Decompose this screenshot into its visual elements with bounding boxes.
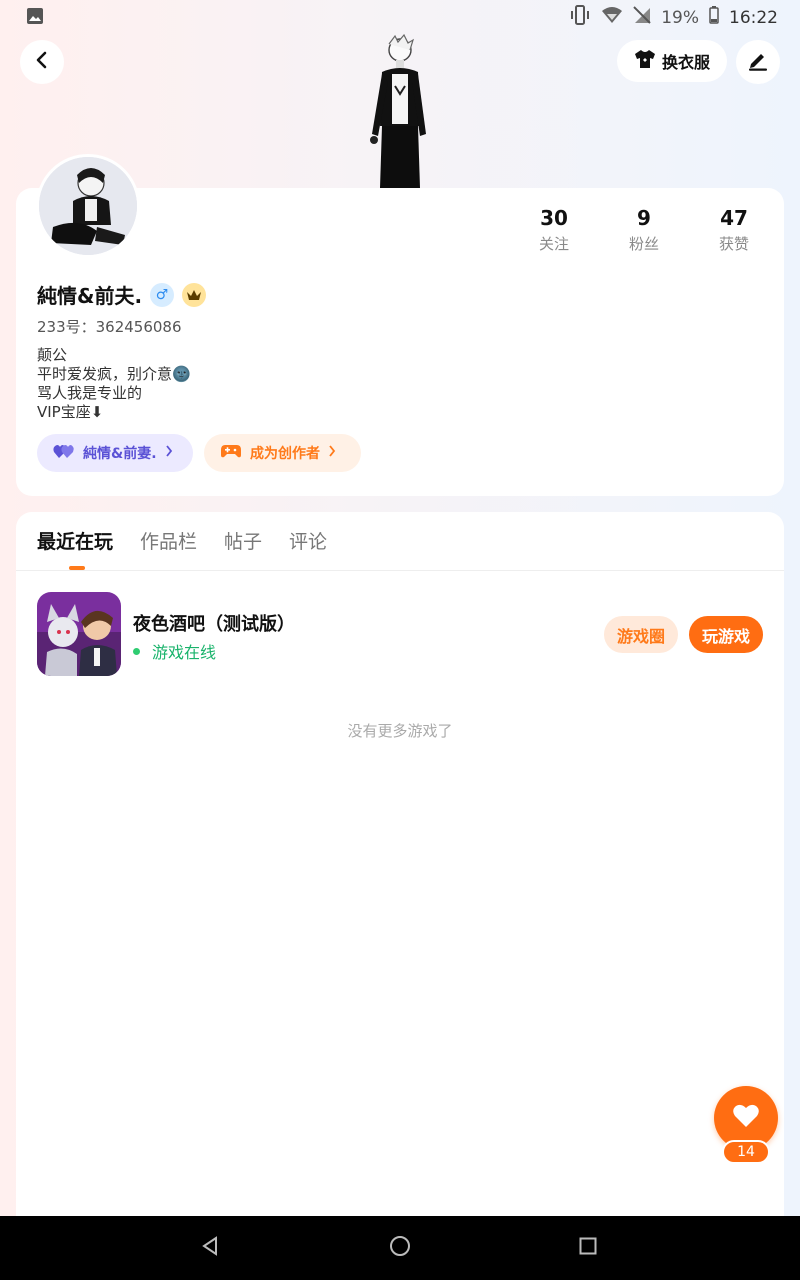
bio: 颠公 平时爱发疯，别介意🌚 骂人我是专业的 VIP宝座⬇ bbox=[37, 346, 191, 422]
username: 純情&前夫. bbox=[37, 284, 143, 308]
chevron-right-icon bbox=[165, 445, 173, 461]
change-outfit-label: 换衣服 bbox=[661, 53, 710, 72]
tab-comments[interactable]: 评论 bbox=[289, 527, 327, 554]
triangle-back-icon bbox=[200, 1236, 220, 1260]
chevron-right-icon bbox=[328, 445, 336, 461]
stat-following[interactable]: 30 关注 bbox=[514, 206, 594, 254]
tab-posts[interactable]: 帖子 bbox=[224, 527, 262, 554]
back-button[interactable] bbox=[20, 40, 64, 84]
profile-tabs: 最近在玩 作品栏 帖子 评论 bbox=[37, 527, 327, 554]
game-online-status: 游戏在线 bbox=[133, 639, 216, 663]
edit-profile-button[interactable] bbox=[736, 40, 780, 84]
like-count-badge: 14 bbox=[722, 1140, 770, 1164]
stat-followers[interactable]: 9 粉丝 bbox=[604, 206, 684, 254]
stat-following-count: 30 bbox=[540, 206, 568, 230]
stat-likes-count: 47 bbox=[720, 206, 748, 230]
gallery-icon bbox=[26, 7, 44, 29]
crown-badge-icon[interactable] bbox=[182, 282, 207, 307]
status-bar: 19% 16:22 bbox=[0, 0, 800, 34]
stat-followers-count: 9 bbox=[637, 206, 651, 230]
chevron-left-icon bbox=[33, 51, 51, 73]
profile-character-figure bbox=[362, 33, 432, 192]
tab-divider bbox=[16, 570, 784, 571]
online-dot-icon bbox=[133, 647, 140, 655]
become-creator-button[interactable]: 成为创作者 bbox=[204, 434, 361, 472]
change-outfit-button[interactable]: 换衣服 bbox=[617, 40, 727, 82]
double-heart-icon bbox=[53, 443, 75, 463]
stat-followers-label: 粉丝 bbox=[628, 235, 659, 253]
game-icon[interactable] bbox=[37, 592, 121, 676]
play-game-button[interactable]: 玩游戏 bbox=[689, 616, 763, 653]
heart-icon bbox=[732, 1103, 760, 1133]
tab-works[interactable]: 作品栏 bbox=[140, 527, 197, 554]
circle-home-icon bbox=[389, 1235, 411, 1261]
game-title: 夜色酒吧（测试版） bbox=[133, 614, 295, 635]
no-more-games-text: 没有更多游戏了 bbox=[347, 722, 453, 740]
game-list-item[interactable]: 夜色酒吧（测试版） 游戏在线 游戏圈 玩游戏 bbox=[37, 592, 765, 676]
stat-likes-label: 获赞 bbox=[718, 235, 749, 253]
no-signal-icon bbox=[633, 6, 651, 29]
system-navigation-bar bbox=[0, 1216, 800, 1280]
vibrate-icon bbox=[569, 5, 591, 30]
tab-recently-played[interactable]: 最近在玩 bbox=[37, 527, 113, 554]
cp-partner-name: 純情&前妻. bbox=[83, 446, 157, 462]
nav-home-button[interactable] bbox=[386, 1234, 414, 1262]
game-circle-button[interactable]: 游戏圈 bbox=[604, 616, 678, 653]
stat-likes[interactable]: 47 获赞 bbox=[694, 206, 774, 254]
gamepad-icon bbox=[220, 443, 242, 463]
avatar[interactable] bbox=[36, 154, 140, 258]
username-row: 純情&前夫. ♂ bbox=[37, 280, 207, 309]
clock: 16:22 bbox=[729, 7, 778, 28]
bio-line: 颠公 bbox=[37, 346, 68, 364]
battery-percent: 19% bbox=[661, 7, 699, 28]
game-status-label: 游戏在线 bbox=[152, 643, 217, 662]
wifi-icon bbox=[601, 6, 623, 29]
pen-icon bbox=[747, 49, 769, 75]
square-recents-icon bbox=[579, 1237, 597, 1259]
bio-line: 骂人我是专业的 bbox=[37, 384, 143, 402]
battery-icon bbox=[709, 6, 719, 29]
shirt-icon bbox=[634, 49, 656, 73]
cp-partner-link[interactable]: 純情&前妻. bbox=[37, 434, 193, 472]
bio-line: 平时爱发疯，别介意🌚 bbox=[37, 365, 191, 383]
male-gender-icon: ♂ bbox=[150, 282, 175, 307]
bio-line: VIP宝座⬇ bbox=[37, 403, 104, 421]
nav-recents-button[interactable] bbox=[574, 1234, 602, 1262]
nav-back-button[interactable] bbox=[196, 1234, 224, 1262]
user-id: 233号：362456086 bbox=[37, 318, 182, 336]
become-creator-label: 成为创作者 bbox=[250, 446, 320, 462]
stat-following-label: 关注 bbox=[538, 235, 569, 253]
